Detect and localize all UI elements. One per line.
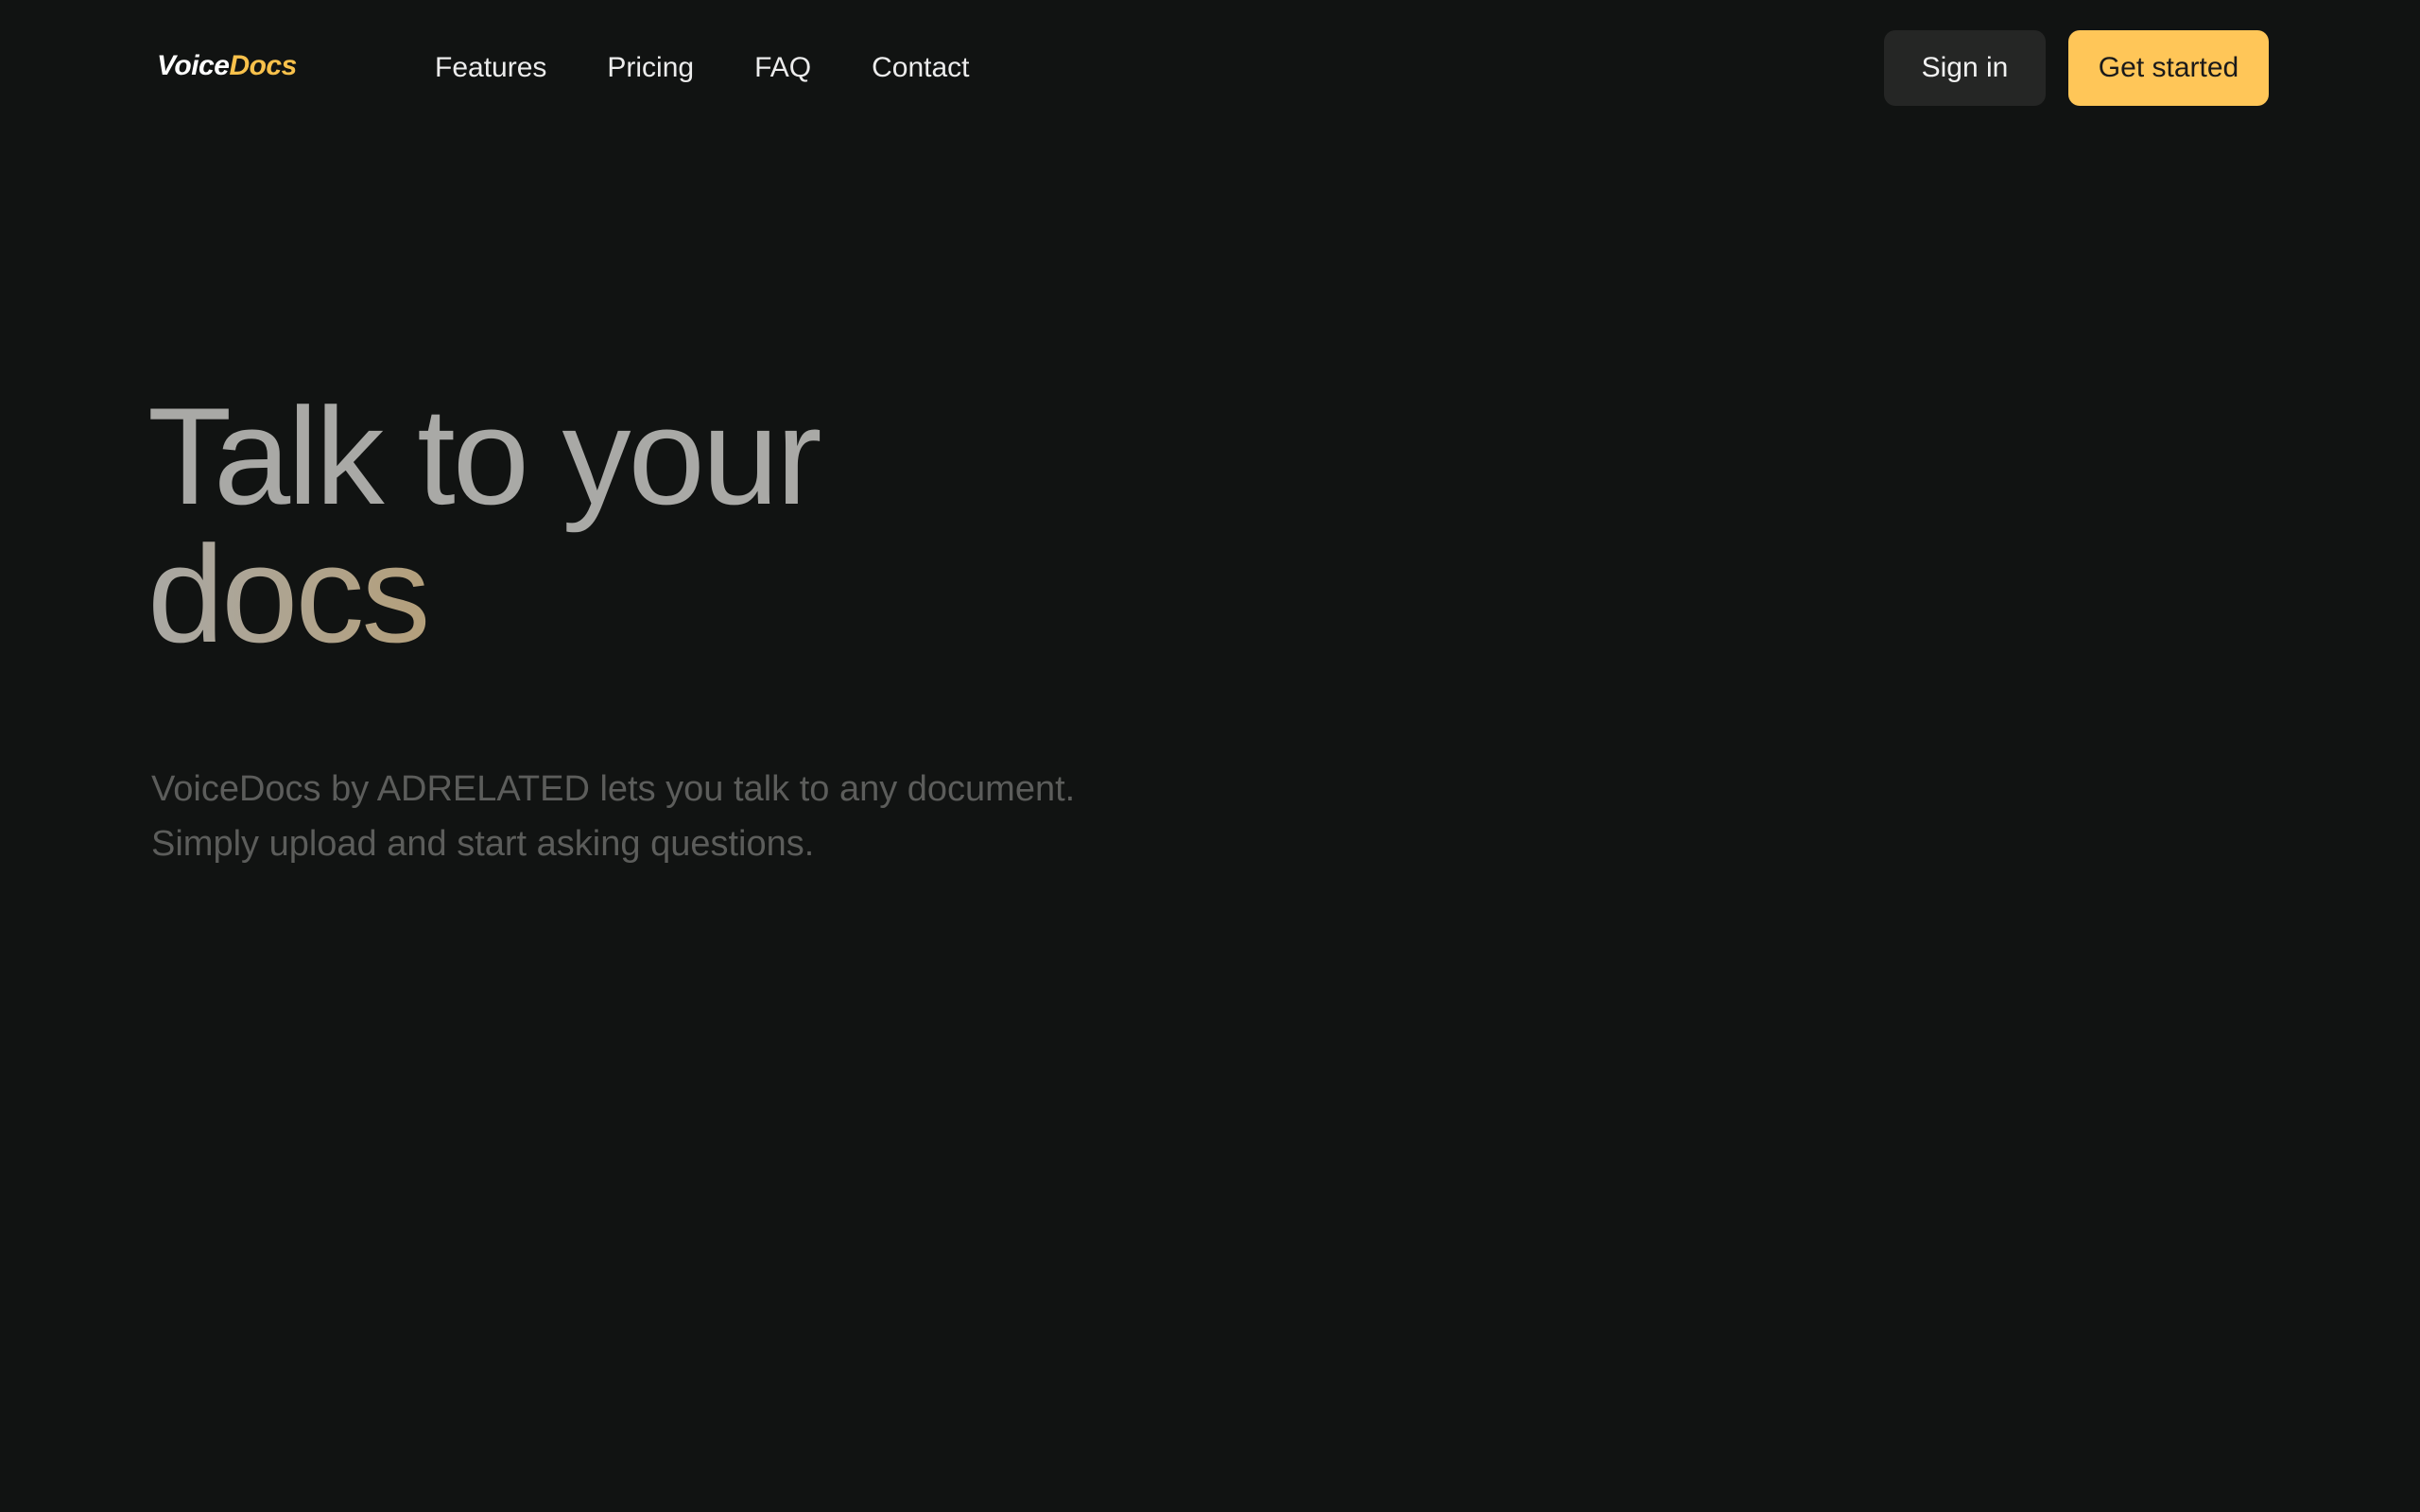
logo[interactable]: VoiceDocs	[157, 47, 297, 85]
hero-subtitle: VoiceDocs by ADRELATED lets you talk to …	[151, 762, 1075, 871]
hero-subtitle-line1: VoiceDocs by ADRELATED lets you talk to …	[151, 769, 1076, 809]
get-started-button[interactable]: Get started	[2068, 30, 2269, 106]
nav-links: Features Pricing FAQ Contact	[435, 49, 970, 87]
hero-title: Talk to your docs	[147, 379, 822, 663]
nav-link-faq[interactable]: FAQ	[754, 49, 811, 87]
logo-text-docs: Docs	[229, 50, 297, 81]
hero-title-line1: Talk to your	[147, 379, 822, 533]
top-navigation: VoiceDocs Features Pricing FAQ Contact S…	[0, 0, 2420, 136]
hero-subtitle-line2: Simply upload and start asking questions…	[151, 824, 815, 864]
nav-link-pricing[interactable]: Pricing	[607, 49, 694, 87]
sign-in-button[interactable]: Sign in	[1884, 30, 2046, 106]
nav-link-features[interactable]: Features	[435, 49, 546, 87]
logo-text-voice: Voice	[157, 50, 230, 81]
hero-title-line2: docs	[147, 525, 450, 663]
nav-link-contact[interactable]: Contact	[872, 49, 969, 87]
